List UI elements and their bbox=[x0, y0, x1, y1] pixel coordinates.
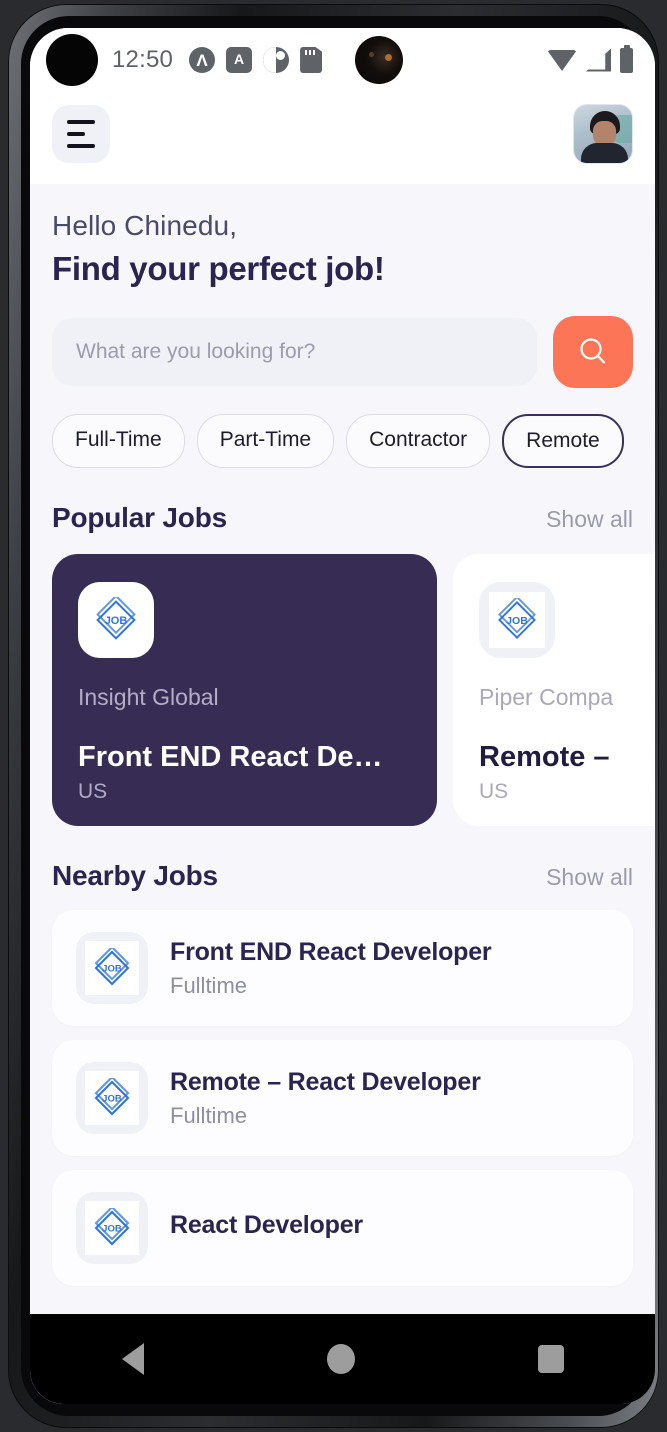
nearby-job-title: Remote – React Developer bbox=[170, 1067, 481, 1096]
camera-cutout-icon bbox=[46, 34, 98, 86]
nearby-show-all-link[interactable]: Show all bbox=[546, 864, 633, 891]
sd-card-icon bbox=[300, 47, 323, 73]
company-logo: JOB bbox=[76, 1062, 148, 1134]
company-logo: JOB bbox=[76, 932, 148, 1004]
popular-show-all-link[interactable]: Show all bbox=[546, 506, 633, 533]
a-badge-icon: A bbox=[226, 47, 253, 73]
cellular-signal-icon bbox=[586, 48, 611, 72]
greeting-hello: Hello Chinedu, bbox=[52, 210, 238, 241]
svg-text:JOB: JOB bbox=[102, 963, 122, 974]
popular-job-title: Front END React De… bbox=[78, 741, 383, 773]
filter-chip-part-time[interactable]: Part-Time bbox=[196, 414, 335, 468]
job-diamond-logo-icon: JOB bbox=[94, 1208, 130, 1246]
list-item[interactable]: JOB Remote – React Developer Fulltime bbox=[52, 1040, 633, 1156]
list-item[interactable]: JOB React Developer bbox=[52, 1170, 633, 1286]
greeting-block: Hello Chinedu, Find your perfect job! bbox=[30, 184, 655, 288]
app-header bbox=[30, 92, 655, 184]
popular-job-location: US bbox=[479, 780, 509, 803]
page-title: Find your perfect job! bbox=[52, 250, 385, 287]
search-input[interactable] bbox=[52, 318, 537, 386]
popular-jobs-carousel[interactable]: JOB Insight Global Front END React De… U… bbox=[30, 554, 655, 826]
list-item[interactable]: JOB Front END React Developer Fulltime bbox=[52, 910, 633, 1026]
search-button[interactable] bbox=[553, 316, 633, 388]
filter-chip-full-time[interactable]: Full-Time bbox=[52, 414, 185, 468]
circle-a-icon: Λ bbox=[189, 47, 216, 73]
popular-job-company: Piper Compa bbox=[479, 684, 614, 710]
job-diamond-logo-icon: JOB bbox=[498, 598, 536, 639]
pie-circle-icon bbox=[263, 47, 290, 73]
battery-icon bbox=[620, 44, 633, 73]
status-bar-notification-icons: Λ A bbox=[189, 36, 404, 84]
popular-job-card[interactable]: JOB Insight Global Front END React De… U… bbox=[52, 554, 437, 826]
status-bar-clock: 12:50 bbox=[112, 46, 174, 73]
company-logo: JOB bbox=[479, 582, 555, 658]
popular-jobs-header: Popular Jobs Show all bbox=[52, 502, 633, 534]
camera-punch-hole-icon bbox=[355, 36, 404, 84]
phone-screen: 12:50 Λ A Hello Chinedu, Find your perfe… bbox=[30, 28, 655, 1404]
search-icon bbox=[580, 338, 606, 364]
company-logo: JOB bbox=[78, 582, 154, 658]
job-diamond-logo-icon: JOB bbox=[94, 1078, 130, 1116]
nearby-job-title: React Developer bbox=[170, 1210, 363, 1239]
svg-text:JOB: JOB bbox=[102, 1093, 122, 1104]
main-content: Hello Chinedu, Find your perfect job! Fu… bbox=[30, 184, 655, 1404]
nearby-job-title: Front END React Developer bbox=[170, 937, 492, 966]
nearby-jobs-title: Nearby Jobs bbox=[52, 860, 218, 891]
home-button[interactable] bbox=[326, 1344, 355, 1374]
popular-job-title: Remote – bbox=[479, 741, 610, 773]
nearby-job-type: Fulltime bbox=[170, 1102, 248, 1128]
status-bar-system-icons bbox=[547, 44, 633, 73]
phone-frame: 12:50 Λ A Hello Chinedu, Find your perfe… bbox=[8, 4, 659, 1428]
company-logo: JOB bbox=[76, 1192, 148, 1264]
popular-job-card[interactable]: JOB Piper Compa Remote – US bbox=[453, 554, 655, 826]
filter-chip-contractor[interactable]: Contractor bbox=[346, 414, 491, 468]
popular-job-location: US bbox=[78, 780, 108, 803]
nearby-job-type: Fulltime bbox=[170, 972, 248, 998]
svg-text:JOB: JOB bbox=[506, 615, 528, 627]
nearby-jobs-section: Nearby Jobs Show all JOB Front END React… bbox=[30, 860, 655, 1286]
search-section: Full-Time Part-Time Contractor Remote Po… bbox=[30, 316, 655, 534]
android-navigation-bar bbox=[30, 1314, 655, 1404]
nearby-jobs-header: Nearby Jobs Show all bbox=[52, 860, 633, 892]
svg-text:JOB: JOB bbox=[105, 615, 128, 627]
popular-jobs-title: Popular Jobs bbox=[52, 502, 227, 533]
back-button[interactable] bbox=[121, 1343, 144, 1375]
filter-chip-group: Full-Time Part-Time Contractor Remote bbox=[52, 414, 633, 468]
popular-job-company: Insight Global bbox=[78, 684, 219, 710]
recents-button[interactable] bbox=[537, 1345, 564, 1373]
avatar[interactable] bbox=[573, 104, 633, 164]
svg-text:JOB: JOB bbox=[102, 1223, 122, 1234]
hamburger-menu-icon[interactable] bbox=[52, 105, 110, 163]
status-bar: 12:50 Λ A bbox=[30, 28, 655, 92]
wifi-icon bbox=[547, 49, 577, 71]
job-diamond-logo-icon: JOB bbox=[96, 597, 136, 640]
filter-chip-remote[interactable]: Remote bbox=[502, 414, 624, 468]
job-diamond-logo-icon: JOB bbox=[94, 948, 130, 986]
nearby-jobs-list: JOB Front END React Developer Fulltime J… bbox=[52, 910, 633, 1286]
